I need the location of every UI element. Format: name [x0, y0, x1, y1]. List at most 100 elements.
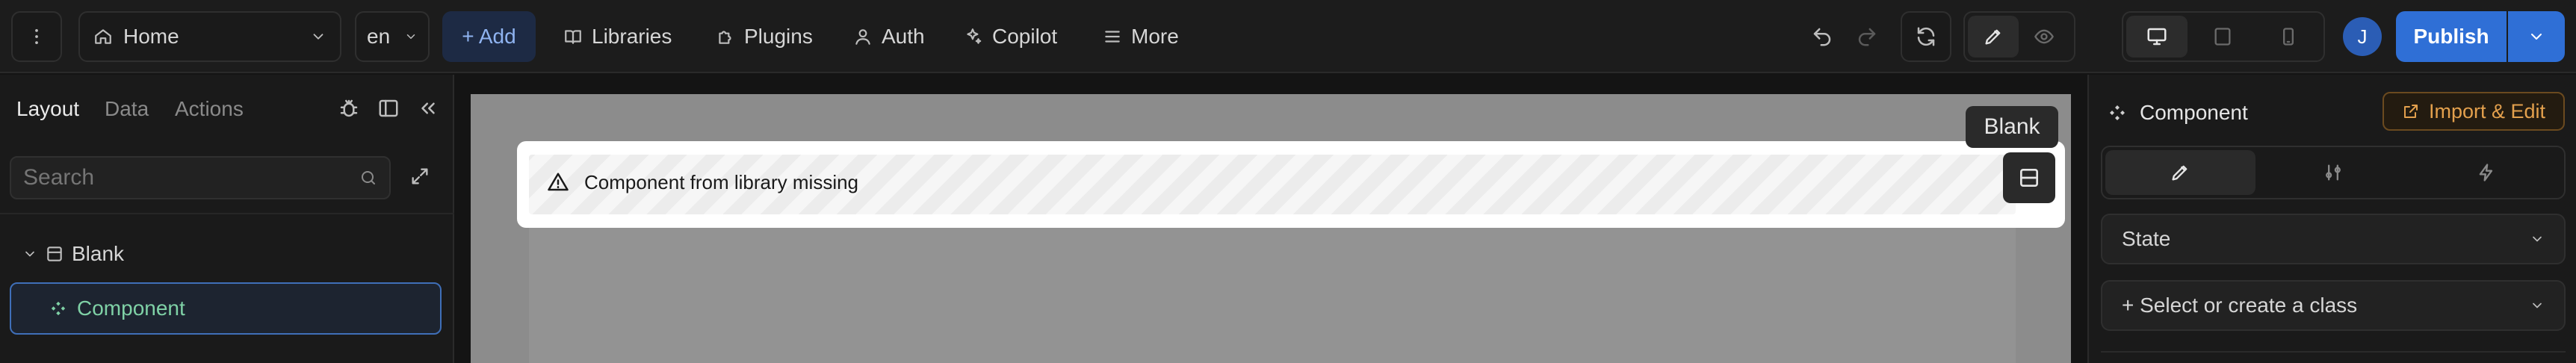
- component-icon: [51, 301, 66, 316]
- inspector-title: Component: [2140, 101, 2248, 124]
- book-open-icon: [565, 30, 581, 44]
- inspector-tabs: [2101, 146, 2566, 199]
- external-edit-icon: [2403, 105, 2418, 118]
- publish-button[interactable]: Publish: [2396, 11, 2507, 62]
- publish-label: Publish: [2413, 25, 2489, 48]
- chevron-down-icon: [2533, 302, 2542, 308]
- libraries-label: Libraries: [592, 25, 672, 48]
- refresh-button[interactable]: [1901, 11, 1951, 62]
- pencil-icon: [2172, 165, 2188, 181]
- element-tooltip-text: Blank: [1984, 114, 2040, 139]
- home-icon: [95, 29, 111, 44]
- menu-icon: [1105, 31, 1120, 43]
- sidebar-panel-icon: [379, 99, 398, 117]
- layer-divider: [0, 213, 454, 214]
- more-vertical-icon: [35, 28, 38, 45]
- main-menu-button[interactable]: [11, 11, 62, 62]
- inspector-header: Component: [2108, 97, 2248, 128]
- libraries-button[interactable]: Libraries: [556, 11, 679, 62]
- redo-button[interactable]: [1851, 11, 1883, 62]
- preview-mode-button[interactable]: [2019, 16, 2069, 58]
- copilot-label: Copilot: [992, 25, 1058, 48]
- copilot-button[interactable]: Copilot: [956, 11, 1065, 62]
- chevron-down-icon: [313, 34, 323, 40]
- tab-style[interactable]: [2105, 150, 2255, 195]
- layer-search-box: [10, 156, 391, 199]
- tree-item-blank[interactable]: Blank: [22, 238, 124, 270]
- element-settings-button[interactable]: [2003, 152, 2055, 203]
- page-select-value: Home: [123, 25, 179, 48]
- edit-mode-button[interactable]: [1968, 16, 2019, 58]
- warning-icon: [548, 173, 569, 191]
- import-edit-label: Import & Edit: [2428, 99, 2546, 122]
- add-button-label: + Add: [462, 25, 516, 48]
- lightning-icon: [2479, 164, 2492, 182]
- mobile-icon: [2283, 28, 2294, 46]
- page-select[interactable]: Home: [78, 11, 341, 62]
- auth-label: Auth: [882, 25, 925, 48]
- auth-button[interactable]: Auth: [846, 11, 932, 62]
- chevron-down-icon: [2533, 236, 2542, 242]
- desktop-view-button[interactable]: [2126, 16, 2188, 58]
- more-button[interactable]: More: [1095, 11, 1186, 62]
- undo-button[interactable]: [1806, 11, 1838, 62]
- plugins-label: Plugins: [744, 25, 813, 48]
- class-select[interactable]: + Select or create a class: [2101, 280, 2566, 331]
- section-icon: [2020, 169, 2038, 187]
- tab-actions[interactable]: Actions: [175, 97, 244, 121]
- missing-component-message: Component from library missing: [547, 169, 858, 196]
- plugins-button[interactable]: Plugins: [708, 11, 820, 62]
- user-icon: [855, 29, 870, 45]
- locale-select[interactable]: en: [355, 11, 430, 62]
- expand-search-button[interactable]: [409, 166, 433, 190]
- refresh-icon: [1917, 27, 1935, 46]
- avatar[interactable]: J: [2343, 17, 2382, 56]
- pencil-icon: [1985, 29, 2001, 45]
- sliders-icon: [2326, 164, 2341, 181]
- tree-item-label: Blank: [72, 242, 125, 265]
- import-edit-button[interactable]: Import & Edit: [2383, 92, 2565, 131]
- element-tooltip: Blank: [1966, 106, 2058, 148]
- missing-component-text: Component from library missing: [584, 170, 859, 193]
- more-label: More: [1131, 25, 1179, 48]
- tab-settings[interactable]: [2258, 150, 2409, 195]
- puzzle-icon: [719, 31, 731, 44]
- publish-options-button[interactable]: [2508, 11, 2565, 62]
- chevron-down-icon: [2531, 34, 2542, 40]
- chevron-down-icon: [25, 251, 34, 257]
- chevron-down-icon: [406, 34, 415, 39]
- sparkle-icon: [967, 28, 982, 44]
- desktop-icon: [2147, 28, 2167, 46]
- section-icon: [47, 246, 62, 261]
- mobile-view-button[interactable]: [2258, 16, 2319, 58]
- canvas-blank-section[interactable]: [529, 224, 2016, 363]
- bug-icon: [340, 99, 358, 117]
- tab-layout[interactable]: Layout: [16, 97, 79, 121]
- tree-item-component[interactable]: Component: [10, 282, 442, 335]
- eye-icon: [2034, 29, 2054, 44]
- avatar-initial: J: [2357, 25, 2368, 48]
- expand-icon: [412, 168, 428, 184]
- tab-data[interactable]: Data: [105, 97, 149, 121]
- viewport-switcher: [2122, 11, 2325, 62]
- locale-select-value: en: [367, 25, 391, 48]
- inspector-next-row: [2101, 351, 2566, 363]
- top-toolbar: Home en + Add Libraries Plugins Auth Cop…: [0, 0, 2576, 73]
- collapse-panel-button[interactable]: [417, 97, 441, 121]
- undo-icon: [1813, 28, 1831, 46]
- tab-interactions[interactable]: [2411, 150, 2561, 195]
- layer-search-input[interactable]: [23, 165, 359, 190]
- tablet-icon: [2214, 28, 2231, 46]
- class-select-placeholder: + Select or create a class: [2122, 294, 2358, 317]
- add-button[interactable]: + Add: [442, 11, 536, 62]
- mode-toggle: [1963, 11, 2075, 62]
- redo-icon: [1858, 28, 1876, 46]
- search-icon: [362, 171, 375, 184]
- state-select-label: State: [2122, 227, 2171, 250]
- panel-layout-button[interactable]: [377, 97, 401, 121]
- tablet-view-button[interactable]: [2192, 16, 2253, 58]
- chevrons-left-icon: [421, 102, 435, 114]
- debug-button[interactable]: [338, 97, 362, 121]
- component-icon: [2110, 105, 2125, 120]
- state-select[interactable]: State: [2101, 214, 2566, 264]
